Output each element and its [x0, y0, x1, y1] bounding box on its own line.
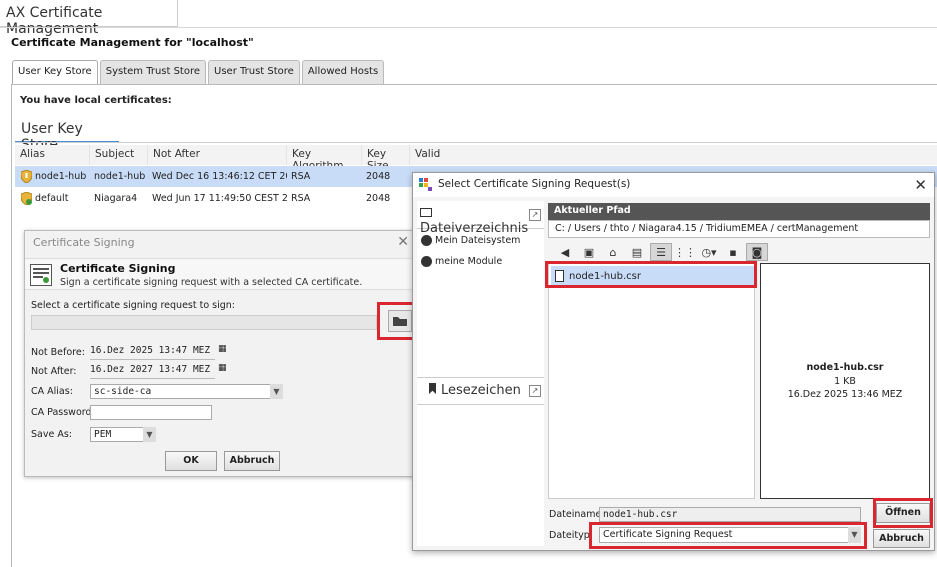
certificate-signing-icon — [30, 264, 52, 286]
column-header-key-size[interactable]: Key Size — [362, 145, 410, 172]
expand-icon[interactable]: ↗ — [529, 209, 541, 221]
details-view-icon[interactable]: ⋮⋮ — [674, 243, 696, 261]
certificate-signing-dialog: Certificate Signing ✕ Certificate Signin… — [24, 230, 416, 477]
new-folder-icon[interactable]: ▤ — [626, 243, 648, 261]
cancel-button[interactable]: Abbruch — [224, 451, 280, 471]
ca-alias-select[interactable]: sc-side-ca — [90, 384, 283, 399]
ok-button[interactable]: OK — [165, 451, 217, 471]
close-icon[interactable]: ✕ — [397, 234, 409, 250]
cell-key-size: 2048 — [366, 171, 391, 182]
cell-key-algorithm: RSA — [291, 171, 311, 182]
highlight-box — [589, 522, 867, 549]
highlight-box — [377, 302, 415, 340]
store-title-tab[interactable]: User Key Store — [15, 117, 119, 153]
cell-alias: node1-hub — [15, 170, 90, 183]
filename-field[interactable]: node1-hub.csr — [599, 507, 861, 522]
cell-subject: Niagara4 — [94, 193, 138, 204]
ca-password-label: CA Password: — [31, 407, 95, 418]
filename-label: Dateiname: — [549, 509, 605, 520]
preview-file-size: 1 KB — [834, 376, 856, 387]
nav-item-my-filesystem[interactable]: Mein Dateisystem — [421, 235, 520, 246]
cell-key-algorithm: RSA — [291, 193, 311, 204]
calendar-icon[interactable]: ▦ — [218, 363, 227, 373]
highlight-box — [545, 261, 757, 288]
certificate-icon — [21, 170, 32, 183]
nav-item-my-modules[interactable]: meine Module — [421, 256, 502, 267]
local-certs-text: You have local certificates: — [20, 95, 172, 106]
bookmarks-header[interactable]: Lesezeichen — [417, 377, 544, 405]
list-view-icon[interactable]: ☰ — [650, 243, 672, 261]
ca-password-field[interactable] — [90, 405, 212, 420]
cancel-button[interactable]: Abbruch — [873, 529, 930, 548]
dialog-header: Certificate Signing Sign a certificate s… — [25, 258, 415, 290]
divider — [0, 27, 937, 28]
select-csr-dialog: Select Certificate Signing Request(s) ✕ … — [412, 172, 935, 551]
tab-bar: User Key Store System Trust Store User T… — [12, 60, 386, 84]
csr-path-field[interactable] — [31, 315, 377, 330]
not-before-label: Not Before: — [31, 347, 85, 358]
file-list: node1-hub.csr — [548, 263, 755, 499]
column-header-valid[interactable]: Valid — [410, 145, 470, 165]
calendar-icon[interactable]: ▦ — [218, 344, 227, 354]
cell-alias: default — [15, 192, 90, 205]
cell-subject: node1-hub — [94, 171, 146, 182]
dialog-subtitle: Sign a certificate signing request with … — [60, 277, 363, 288]
dialog-heading: Certificate Signing — [60, 262, 176, 275]
highlight-box — [873, 498, 933, 528]
home-icon[interactable]: ⌂ — [602, 243, 624, 261]
app-icon — [419, 178, 432, 191]
toolbar: ◀ ▣ ⌂ ▤ ☰ ⋮⋮ ◷▾ ▪ ◙ — [548, 241, 930, 263]
file-preview: node1-hub.csr 1 KB 16.Dez 2025 13:46 MEZ — [760, 263, 930, 499]
chevron-down-icon[interactable]: ▼ — [143, 427, 156, 442]
cell-key-size: 2048 — [366, 193, 391, 204]
bookmark-icon — [429, 383, 436, 394]
monitor-icon — [420, 208, 432, 217]
not-after-label: Not After: — [31, 366, 77, 377]
column-header-key-algorithm[interactable]: Key Algorithm — [287, 145, 362, 172]
ca-alias-label: CA Alias: — [31, 386, 73, 397]
tab-system-trust-store[interactable]: System Trust Store — [99, 60, 207, 84]
file-directory-header[interactable]: Dateiverzeichnis — [417, 201, 544, 236]
up-folder-icon[interactable]: ▣ — [578, 243, 600, 261]
close-icon[interactable]: ✕ — [914, 176, 927, 194]
column-header-subject[interactable]: Subject — [90, 145, 148, 165]
window-title-tab: AX Certificate Management — [0, 0, 178, 37]
cell-not-after: Wed Jun 17 11:49:50 CEST 2026 — [152, 193, 287, 204]
column-header-not-after[interactable]: Not After — [148, 145, 287, 165]
dialog-title: Select Certificate Signing Request(s) — [413, 173, 934, 197]
tab-allowed-hosts[interactable]: Allowed Hosts — [301, 60, 385, 84]
cell-not-after: Wed Dec 16 13:46:12 CET 2026 — [152, 171, 287, 182]
preview-file-date: 16.Dez 2025 13:46 MEZ — [787, 389, 903, 400]
expand-icon[interactable]: ↗ — [529, 385, 541, 397]
tab-user-key-store[interactable]: User Key Store — [12, 60, 98, 84]
tab-user-trust-store[interactable]: User Trust Store — [208, 60, 300, 84]
history-icon[interactable]: ◷▾ — [698, 243, 720, 261]
back-icon[interactable]: ◀ — [554, 243, 576, 261]
page-heading: Certificate Management for "localhost" — [11, 36, 254, 49]
drive-icon — [421, 235, 432, 246]
filetype-label: Dateityp: — [549, 530, 593, 541]
column-header-alias[interactable]: Alias — [15, 145, 90, 165]
select-csr-label: Select a certificate signing request to … — [31, 300, 236, 311]
navigation-panel: Dateiverzeichnis ↗ Mein Dateisystem mein… — [417, 201, 544, 546]
current-path-header: Aktueller Pfad — [548, 203, 930, 220]
chevron-down-icon[interactable]: ▼ — [270, 384, 283, 399]
save-icon[interactable]: ▪ — [722, 243, 744, 261]
dialog-title: Certificate Signing — [33, 236, 135, 249]
certificate-icon — [21, 192, 32, 205]
not-before-field[interactable]: 16.Dez 2025 13:47 MEZ — [90, 345, 215, 360]
preview-file-name: node1-hub.csr — [806, 362, 884, 373]
divider — [15, 142, 937, 143]
current-path[interactable]: C: / Users / thto / Niagara4.15 / Tridiu… — [548, 220, 930, 238]
not-after-field[interactable]: 16.Dez 2027 13:47 MEZ — [90, 364, 215, 379]
preview-icon[interactable]: ◙ — [746, 243, 768, 261]
save-as-label: Save As: — [31, 429, 72, 440]
module-icon — [421, 256, 432, 267]
table-header: Alias Subject Not After Key Algorithm Ke… — [15, 145, 937, 172]
